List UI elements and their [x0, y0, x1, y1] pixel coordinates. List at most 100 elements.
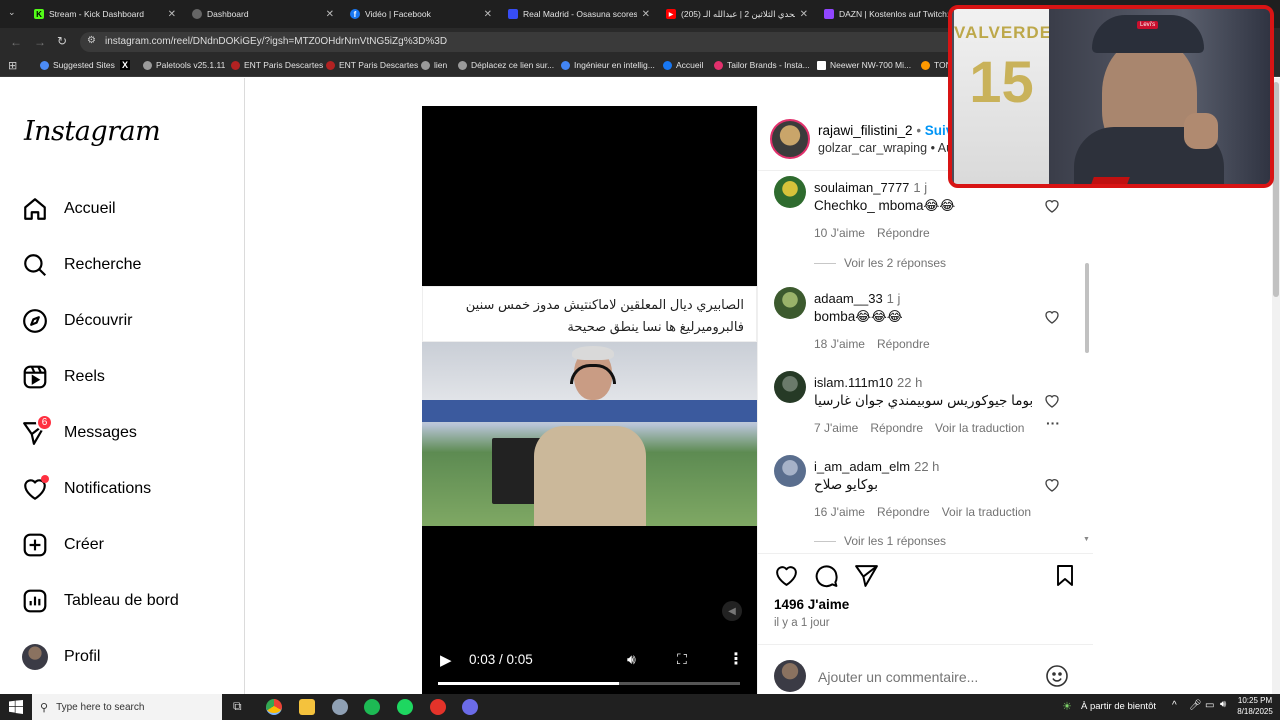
view-replies[interactable]: Voir les 1 réponses: [814, 534, 946, 548]
bookmark-item[interactable]: Déplacez ce lien sur...: [458, 60, 554, 70]
bookmark-item[interactable]: ENT Paris Descartes: [326, 60, 418, 70]
bookmark-save-icon[interactable]: [1053, 563, 1077, 588]
sidebar-item-decouvrir[interactable]: Découvrir: [22, 308, 132, 334]
tray-chevron-icon[interactable]: ^: [1172, 700, 1177, 711]
reply-button[interactable]: Répondre: [877, 337, 930, 351]
instagram-logo[interactable]: Instagram: [24, 116, 161, 147]
volume-icon[interactable]: 🔊︎: [1220, 699, 1226, 710]
like-heart-icon[interactable]: [774, 563, 799, 588]
url-field[interactable]: ⚙ instagram.com/reel/DNdnDOKiGEy/?igsh=M…: [80, 32, 960, 52]
app-icon[interactable]: [332, 699, 348, 715]
commenter-avatar[interactable]: [774, 287, 806, 319]
clock-time[interactable]: 10:25 PM: [1237, 696, 1273, 705]
mute-icon[interactable]: ◀: [722, 601, 742, 621]
comment-icon[interactable]: [814, 563, 839, 588]
browser-tab[interactable]: f Vidéo | Facebook ✕: [342, 4, 500, 24]
commenter-username[interactable]: adaam__33: [814, 291, 883, 306]
taskbar-search[interactable]: ⚲ Type here to search: [32, 694, 222, 720]
browser-tab[interactable]: K Stream - Kick Dashboard ✕: [26, 4, 184, 24]
fullscreen-icon[interactable]: ⛶: [677, 651, 687, 668]
task-view-icon[interactable]: ⧉: [233, 699, 242, 714]
microphone-icon[interactable]: 🎤︎: [1189, 700, 1202, 711]
post-subtitle[interactable]: golzar_car_wraping: [818, 141, 927, 155]
bookmark-item[interactable]: Ingénieur en intellig...: [561, 60, 655, 70]
reply-button[interactable]: Répondre: [870, 421, 923, 435]
bookmark-item[interactable]: Suggested Sites: [40, 60, 115, 70]
post-likes-count[interactable]: 1496 J'aime: [774, 597, 849, 612]
sidebar-item-creer[interactable]: Créer: [22, 532, 104, 558]
add-comment-input[interactable]: [818, 666, 1038, 688]
comments-scrollbar[interactable]: [1085, 263, 1089, 353]
scroll-down-icon[interactable]: ▼: [1083, 536, 1090, 543]
translate-button[interactable]: Voir la traduction: [942, 505, 1031, 519]
bookmark-item[interactable]: Tailor Brands - Insta...: [714, 60, 810, 70]
windows-start-icon[interactable]: [9, 700, 23, 714]
close-icon[interactable]: ✕: [168, 9, 176, 20]
comment-likes[interactable]: 7 J'aime: [814, 421, 858, 435]
comment-likes[interactable]: 10 J'aime: [814, 226, 865, 240]
play-icon[interactable]: ▶: [440, 651, 452, 669]
weather-icon[interactable]: ☀: [1062, 700, 1072, 713]
reload-icon[interactable]: ↻: [57, 34, 67, 48]
more-options-icon[interactable]: ⋮: [728, 649, 744, 669]
close-icon[interactable]: ✕: [800, 9, 808, 20]
share-icon[interactable]: [854, 563, 879, 588]
video-progress-track[interactable]: [438, 682, 740, 685]
reel-video[interactable]: الصابيري ديال المعلقين لاماكنتيش مدوز خم…: [422, 106, 757, 694]
app-icon[interactable]: [364, 699, 380, 715]
like-comment-heart-icon[interactable]: [1044, 477, 1060, 493]
commenter-avatar[interactable]: [774, 455, 806, 487]
sidebar-item-reels[interactable]: Reels: [22, 364, 105, 390]
comment-likes[interactable]: 16 J'aime: [814, 505, 865, 519]
back-icon[interactable]: ←: [10, 35, 22, 49]
reply-button[interactable]: Répondre: [877, 505, 930, 519]
browser-tab[interactable]: Dashboard ✕: [184, 4, 342, 24]
volume-icon[interactable]: 🔊︎: [627, 651, 636, 668]
like-comment-heart-icon[interactable]: [1044, 393, 1060, 409]
file-explorer-icon[interactable]: [299, 699, 315, 715]
sidebar-item-profil[interactable]: Profil: [22, 644, 100, 670]
comment-likes[interactable]: 18 J'aime: [814, 337, 865, 351]
reply-button[interactable]: Répondre: [877, 226, 930, 240]
clock-date[interactable]: 8/18/2025: [1237, 707, 1273, 716]
app-icon[interactable]: [462, 699, 478, 715]
weather-text[interactable]: À partir de bientôt: [1081, 701, 1156, 712]
commenter-username[interactable]: islam.111m10: [814, 375, 893, 390]
sidebar-item-recherche[interactable]: Recherche: [22, 252, 141, 278]
bookmark-item[interactable]: lien: [421, 60, 447, 70]
bookmark-item[interactable]: Paletools v25.1.11: [143, 60, 225, 70]
close-icon[interactable]: ✕: [484, 9, 492, 20]
sidebar-item-tableau-de-bord[interactable]: Tableau de bord: [22, 588, 179, 614]
bookmark-item[interactable]: Accueil: [663, 60, 703, 70]
view-replies[interactable]: Voir les 2 réponses: [814, 256, 946, 270]
app-icon[interactable]: [430, 699, 446, 715]
commenter-avatar[interactable]: [774, 371, 806, 403]
commenter-avatar[interactable]: [774, 176, 806, 208]
commenter-username[interactable]: i_am_adam_elm: [814, 459, 910, 474]
comment-options-icon[interactable]: ···: [1046, 415, 1060, 431]
forward-icon[interactable]: →: [34, 35, 46, 49]
tab-list-chevron-icon[interactable]: ⌄: [8, 7, 16, 18]
apps-grid-icon[interactable]: ⊞: [8, 59, 17, 72]
commenter-username[interactable]: soulaiman_7777: [814, 180, 909, 195]
emoji-icon[interactable]: [1045, 664, 1069, 688]
like-comment-heart-icon[interactable]: [1044, 198, 1060, 214]
network-icon[interactable]: ▭: [1205, 700, 1214, 711]
spotify-icon[interactable]: [397, 699, 413, 715]
like-comment-heart-icon[interactable]: [1044, 309, 1060, 325]
author-avatar[interactable]: [770, 119, 810, 159]
post-author[interactable]: rajawi_filistini_2: [818, 123, 913, 138]
translate-button[interactable]: Voir la traduction: [935, 421, 1024, 435]
sidebar-item-messages[interactable]: 6 Messages: [22, 414, 137, 446]
sidebar-item-accueil[interactable]: Accueil: [22, 196, 116, 222]
sidebar-item-notifications[interactable]: Notifications: [22, 475, 151, 502]
close-icon[interactable]: ✕: [326, 9, 334, 20]
browser-tab[interactable]: DAZN | Kostenlos auf Twitch: ...: [816, 4, 956, 24]
site-info-icon[interactable]: ⚙: [87, 35, 96, 46]
bookmark-item[interactable]: ENT Paris Descartes: [231, 60, 323, 70]
bookmark-item[interactable]: X: [120, 60, 131, 70]
close-icon[interactable]: ✕: [642, 9, 650, 20]
chrome-icon[interactable]: [266, 699, 282, 715]
browser-tab[interactable]: ▶ تحدي الثلاثين 2 | عبدالله الـ (205) ✕: [658, 4, 816, 24]
browser-tab[interactable]: Real Madrid - Osasuna scores ... ✕: [500, 4, 658, 24]
